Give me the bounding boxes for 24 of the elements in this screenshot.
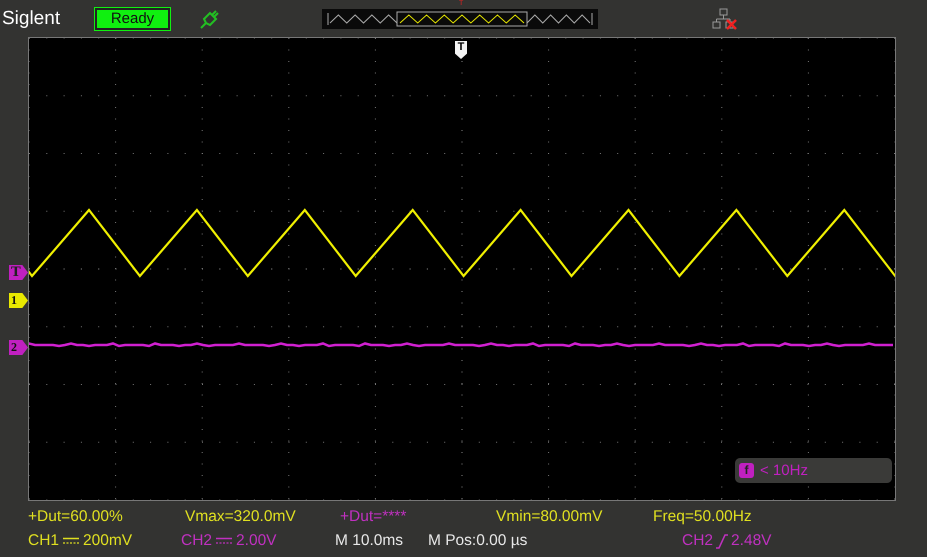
frequency-reading: < 10Hz: [760, 462, 808, 479]
frequency-icon: f: [739, 463, 754, 478]
timebase-readout: M 10.0ms: [335, 531, 404, 551]
dc-coupling-icon: [63, 537, 80, 545]
dc-coupling-icon: [216, 537, 232, 545]
channel-marker[interactable]: 1: [9, 293, 28, 308]
measurement-readout: +Dut=****: [340, 508, 408, 527]
rising-edge-icon: [716, 534, 728, 548]
channel-marker[interactable]: 2: [9, 340, 28, 355]
measurement-readout: +Dut=60.00%: [28, 508, 124, 527]
measurement-readout: Vmin=80.00mV: [496, 508, 604, 527]
status-indicator: Ready: [95, 8, 170, 30]
measurement-readout: Freq=50.00Hz: [653, 508, 753, 527]
network-disconnected-icon: [712, 8, 738, 30]
trigger-position-marker[interactable]: T: [455, 41, 467, 59]
brand-label: Siglent: [2, 8, 62, 30]
volts-per-division: 200mV: [83, 532, 132, 550]
volts-per-division: 2.00V: [236, 532, 277, 550]
timebase-readout: M Pos:0.00 µs: [428, 531, 528, 551]
channel-label: CH1: [28, 532, 60, 550]
channel-label: CH2: [181, 532, 212, 550]
trigger-source: CH2: [682, 532, 714, 550]
measurement-readout: Vmax=320.0mV: [185, 508, 297, 527]
trigger-level: 2.48V: [731, 532, 772, 550]
